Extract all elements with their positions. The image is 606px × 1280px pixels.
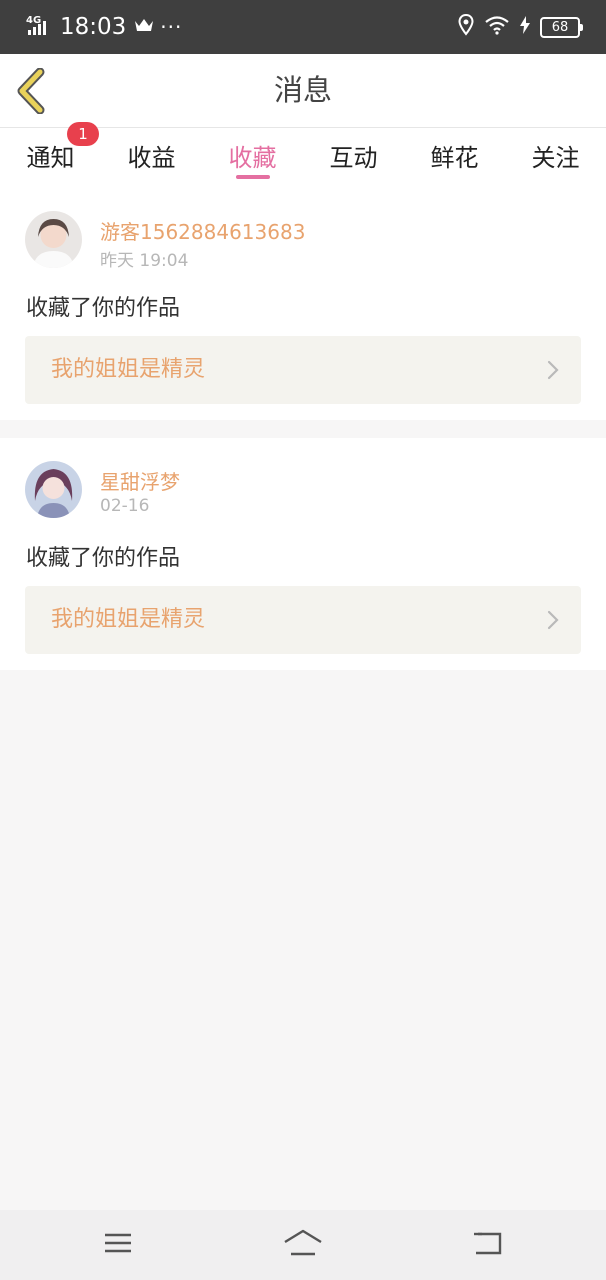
menu-button[interactable] — [103, 1228, 133, 1262]
work-link[interactable]: 我的姐姐是精灵 — [25, 336, 581, 404]
tab-label: 收藏 — [228, 144, 277, 172]
tab-label: 关注 — [531, 144, 580, 172]
home-icon — [284, 1229, 322, 1256]
chevron-right-icon — [547, 610, 559, 630]
system-nav-bar — [0, 1210, 606, 1280]
charging-icon — [520, 16, 530, 38]
battery-icon: 68 — [540, 16, 583, 38]
username[interactable]: 游客1562884613683 — [100, 216, 305, 245]
active-tab-indicator — [235, 175, 270, 179]
home-button[interactable] — [283, 1228, 323, 1262]
tab-label: 收益 — [127, 144, 176, 172]
header: 消息 — [0, 54, 606, 128]
tab-following[interactable]: 关注 — [505, 128, 606, 188]
tab-bar: 通知 1 收益 收藏 互动 鲜花 关注 — [0, 122, 606, 188]
crown-icon — [134, 17, 154, 37]
notification-badge: 1 — [67, 122, 99, 146]
location-icon — [458, 13, 474, 40]
status-bar: 4G 18:03 ··· 68 — [0, 0, 606, 54]
back-nav-button[interactable] — [472, 1228, 504, 1262]
work-link[interactable]: 我的姐姐是精灵 — [25, 586, 581, 654]
work-title: 我的姐姐是精灵 — [51, 357, 206, 382]
return-icon — [474, 1232, 502, 1255]
tab-favorites[interactable]: 收藏 — [202, 128, 303, 188]
action-text: 收藏了你的作品 — [26, 296, 181, 321]
clock: 18:03 — [60, 14, 127, 40]
avatar[interactable] — [25, 461, 82, 518]
tab-interactions[interactable]: 互动 — [303, 128, 404, 188]
tab-label: 通知 — [26, 144, 75, 172]
tab-earnings[interactable]: 收益 — [101, 128, 202, 188]
menu-icon — [105, 1233, 131, 1253]
signal-icon: 4G — [26, 14, 52, 40]
tab-notifications[interactable]: 通知 1 — [0, 122, 101, 188]
action-text: 收藏了你的作品 — [26, 546, 181, 571]
work-title: 我的姐姐是精灵 — [51, 607, 206, 632]
tab-label: 鲜花 — [430, 144, 479, 172]
message-card: 星甜浮梦 02-16 收藏了你的作品 我的姐姐是精灵 — [0, 438, 606, 670]
timestamp: 昨天 19:04 — [100, 251, 189, 271]
chevron-right-icon — [547, 360, 559, 380]
more-notifications-icon: ··· — [160, 15, 183, 39]
username[interactable]: 星甜浮梦 — [100, 466, 180, 495]
tab-flowers[interactable]: 鲜花 — [404, 128, 505, 188]
tab-label: 互动 — [329, 144, 378, 172]
message-card: 游客1562884613683 昨天 19:04 收藏了你的作品 我的姐姐是精灵 — [0, 188, 606, 420]
wifi-icon — [484, 15, 510, 39]
page-title: 消息 — [273, 73, 332, 107]
avatar[interactable] — [25, 211, 82, 268]
timestamp: 02-16 — [100, 496, 150, 516]
